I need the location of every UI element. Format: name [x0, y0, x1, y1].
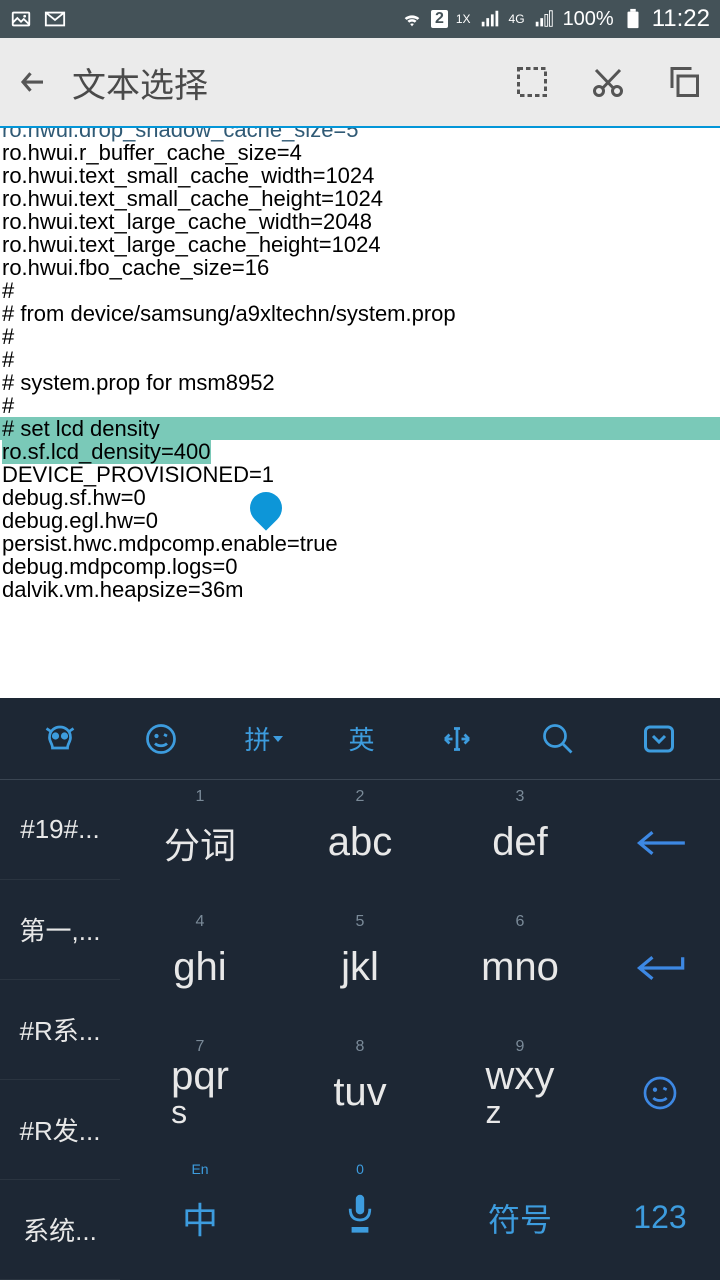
status-bar: 2 1X 4G 100% 11:22 [0, 0, 720, 38]
code-line[interactable]: # system.prop for msm8952 [0, 371, 720, 394]
code-line[interactable]: # [0, 325, 720, 348]
code-line[interactable]: ro.hwui.text_large_cache_width=2048 [0, 210, 720, 233]
cut-icon[interactable] [590, 64, 626, 100]
key-3-def[interactable]: 3def [440, 780, 600, 905]
page-title: 文本选择 [72, 58, 490, 107]
enter-key[interactable] [600, 905, 720, 1030]
sim-indicator: 2 [431, 10, 448, 28]
collapse-keyboard-icon[interactable] [641, 721, 677, 757]
baidu-logo-icon[interactable] [42, 721, 78, 757]
code-line[interactable]: ro.hwui.r_buffer_cache_size=4 [0, 141, 720, 164]
key-1[interactable]: 1分词 [120, 780, 280, 905]
candidate-item[interactable]: #R系... [0, 980, 120, 1080]
code-line[interactable]: ro.hwui.fbo_cache_size=16 [0, 256, 720, 279]
network-4g: 4G [509, 12, 525, 26]
select-all-icon[interactable] [514, 64, 550, 100]
candidate-item[interactable]: 第一,... [0, 880, 120, 980]
battery-icon [622, 9, 644, 29]
wifi-icon [401, 9, 423, 29]
back-button[interactable] [18, 67, 48, 97]
code-line[interactable]: dalvik.vm.heapsize=36m [0, 578, 720, 601]
candidate-sidebar: #19#... 第一,... #R系... #R发... 系统... [0, 780, 120, 1280]
key-9-wxyz[interactable]: 9wxyz [440, 1030, 600, 1155]
code-line[interactable]: ro.hwui.text_large_cache_height=1024 [0, 233, 720, 256]
cursor-icon[interactable] [439, 721, 475, 757]
code-line[interactable]: debug.egl.hw=0 [0, 509, 720, 532]
voice-key[interactable]: 0 [280, 1155, 440, 1280]
app-bar: 文本选择 [0, 38, 720, 128]
key-7-pqrs[interactable]: 7pqrs [120, 1030, 280, 1155]
search-icon[interactable] [540, 721, 576, 757]
key-6-mno[interactable]: 6mno [440, 905, 600, 1030]
key-8-tuv[interactable]: 8tuv [280, 1030, 440, 1155]
pinyin-mode[interactable]: 拼 [244, 720, 283, 757]
code-line[interactable]: # [0, 394, 720, 417]
candidate-item[interactable]: 系统... [0, 1180, 120, 1280]
emoji-key[interactable] [600, 1030, 720, 1155]
backspace-key[interactable] [600, 780, 720, 905]
key-5-jkl[interactable]: 5jkl [280, 905, 440, 1030]
battery-pct: 100% [563, 8, 614, 31]
code-line[interactable]: ro.hwui.text_small_cache_width=1024 [0, 164, 720, 187]
candidate-item[interactable]: #R发... [0, 1080, 120, 1180]
clock: 11:22 [652, 5, 710, 33]
numeric-key[interactable]: 123 [600, 1155, 720, 1280]
copy-icon[interactable] [666, 64, 702, 100]
code-line[interactable]: debug.mdpcomp.logs=0 [0, 555, 720, 578]
code-line[interactable]: debug.sf.hw=0 [0, 486, 720, 509]
text-editor[interactable]: ro.hwui.drop_shadow_cache_size=5 ro.hwui… [0, 128, 720, 698]
key-2-abc[interactable]: 2abc [280, 780, 440, 905]
signal-icon-2 [533, 9, 555, 29]
code-line[interactable]: # [0, 279, 720, 302]
code-line[interactable]: # [0, 348, 720, 371]
code-line[interactable]: persist.hwc.mdpcomp.enable=true [0, 532, 720, 555]
image-icon [10, 9, 32, 29]
mail-icon [44, 9, 66, 29]
keyboard-toolbar: 拼 英 [0, 698, 720, 780]
candidate-item[interactable]: #19#... [0, 780, 120, 880]
code-line[interactable]: # from device/samsung/a9xltechn/system.p… [0, 302, 720, 325]
network-1x: 1X [456, 12, 471, 26]
emoji-icon[interactable] [143, 721, 179, 757]
symbol-key[interactable]: 符号 [440, 1155, 600, 1280]
code-line[interactable]: ro.hwui.text_small_cache_height=1024 [0, 187, 720, 210]
keyboard: 拼 英 #19#... 第一,... #R系... #R发... 系统... 1… [0, 698, 720, 1280]
lang-toggle-key[interactable]: En中 [120, 1155, 280, 1280]
signal-icon-1 [479, 9, 501, 29]
code-line[interactable]: ro.sf.lcd_density=400 [0, 440, 720, 463]
key-4-ghi[interactable]: 4ghi [120, 905, 280, 1030]
code-line[interactable]: DEVICE_PROVISIONED=1 [0, 463, 720, 486]
code-line[interactable]: # set lcd density [0, 417, 720, 440]
english-mode[interactable]: 英 [348, 720, 374, 757]
